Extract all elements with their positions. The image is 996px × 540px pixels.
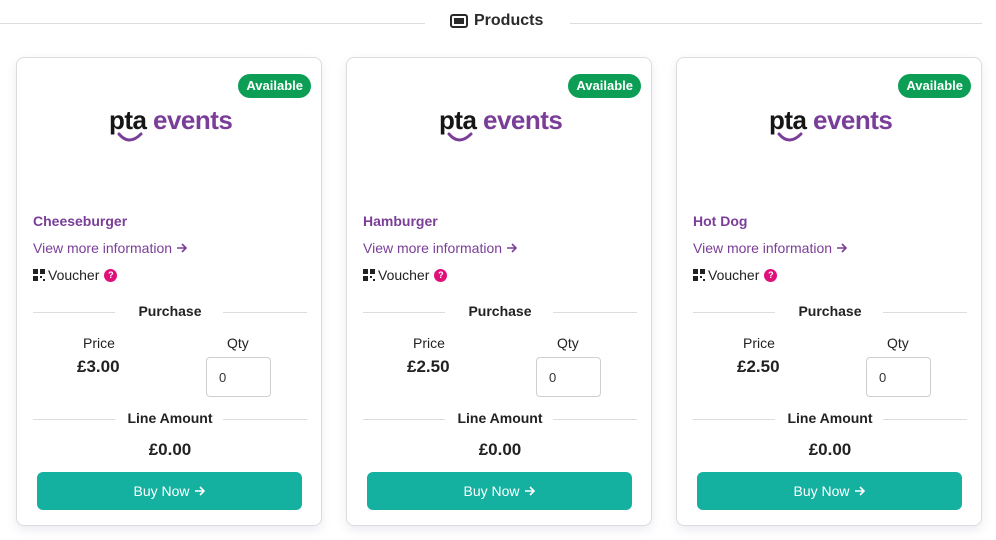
view-more-info-link[interactable]: View more information bbox=[363, 240, 518, 256]
price-value: £2.50 bbox=[407, 357, 450, 376]
line-amount-divider: Line Amount bbox=[693, 410, 967, 428]
product-name: Hamburger bbox=[363, 213, 438, 229]
qty-input[interactable] bbox=[206, 357, 271, 397]
product-name: Hot Dog bbox=[693, 213, 748, 229]
help-icon[interactable]: ? bbox=[434, 268, 448, 282]
voucher-row: Voucher ? bbox=[693, 267, 778, 283]
voucher-label: Voucher bbox=[378, 267, 430, 283]
line-amount-divider: Line Amount bbox=[33, 410, 307, 428]
line-amount-value: £0.00 bbox=[478, 440, 522, 459]
line-amount-value: £0.00 bbox=[148, 440, 192, 459]
ticket-icon bbox=[450, 14, 468, 28]
buy-now-label: Buy Now bbox=[793, 483, 850, 499]
product-card: Available pta events Hot Dog View more i… bbox=[676, 57, 982, 526]
view-more-info-label: View more information bbox=[693, 240, 833, 256]
availability-badge: Available bbox=[238, 74, 311, 98]
products-section-header: Products bbox=[0, 10, 996, 38]
product-card: Available pta events Hamburger View more… bbox=[346, 57, 652, 526]
view-more-info-link[interactable]: View more information bbox=[33, 240, 188, 256]
buy-now-button[interactable]: Buy Now bbox=[697, 472, 962, 510]
voucher-row: Voucher ? bbox=[33, 267, 118, 283]
qr-code-icon bbox=[33, 269, 45, 281]
line-amount-divider: Line Amount bbox=[363, 410, 637, 428]
price-label: Price bbox=[83, 335, 115, 351]
section-title: Products bbox=[450, 12, 543, 30]
price-label: Price bbox=[743, 335, 775, 351]
voucher-label: Voucher bbox=[48, 267, 100, 283]
purchase-divider: Purchase bbox=[693, 303, 967, 321]
voucher-label: Voucher bbox=[708, 267, 760, 283]
qty-label: Qty bbox=[887, 335, 909, 351]
arrow-right-icon bbox=[524, 486, 535, 496]
availability-badge: Available bbox=[898, 74, 971, 98]
qty-label: Qty bbox=[557, 335, 579, 351]
view-more-info-label: View more information bbox=[33, 240, 173, 256]
buy-now-label: Buy Now bbox=[463, 483, 520, 499]
qr-code-icon bbox=[363, 269, 375, 281]
availability-badge: Available bbox=[568, 74, 641, 98]
view-more-info-link[interactable]: View more information bbox=[693, 240, 848, 256]
pta-events-logo: pta events bbox=[109, 104, 233, 148]
arrow-right-icon bbox=[854, 486, 865, 496]
buy-now-button[interactable]: Buy Now bbox=[367, 472, 632, 510]
qty-input[interactable] bbox=[866, 357, 931, 397]
arrow-right-icon bbox=[194, 486, 205, 496]
product-name: Cheeseburger bbox=[33, 213, 128, 229]
divider-right bbox=[570, 23, 982, 24]
purchase-divider: Purchase bbox=[33, 303, 307, 321]
arrow-right-icon bbox=[507, 243, 518, 253]
arrow-right-icon bbox=[837, 243, 848, 253]
product-card: Available pta events Cheeseburger View m… bbox=[16, 57, 322, 526]
help-icon[interactable]: ? bbox=[104, 268, 118, 282]
price-value: £2.50 bbox=[737, 357, 780, 376]
qty-label: Qty bbox=[227, 335, 249, 351]
buy-now-label: Buy Now bbox=[133, 483, 190, 499]
section-title-text: Products bbox=[474, 12, 544, 29]
pta-events-logo: pta events bbox=[769, 104, 893, 148]
purchase-divider: Purchase bbox=[363, 303, 637, 321]
price-value: £3.00 bbox=[77, 357, 120, 376]
arrow-right-icon bbox=[177, 243, 188, 253]
help-icon[interactable]: ? bbox=[764, 268, 778, 282]
qty-input[interactable] bbox=[536, 357, 601, 397]
price-label: Price bbox=[413, 335, 445, 351]
view-more-info-label: View more information bbox=[363, 240, 503, 256]
pta-events-logo: pta events bbox=[439, 104, 563, 148]
qr-code-icon bbox=[693, 269, 705, 281]
buy-now-button[interactable]: Buy Now bbox=[37, 472, 302, 510]
voucher-row: Voucher ? bbox=[363, 267, 448, 283]
line-amount-value: £0.00 bbox=[808, 440, 852, 459]
divider-left bbox=[0, 23, 425, 24]
